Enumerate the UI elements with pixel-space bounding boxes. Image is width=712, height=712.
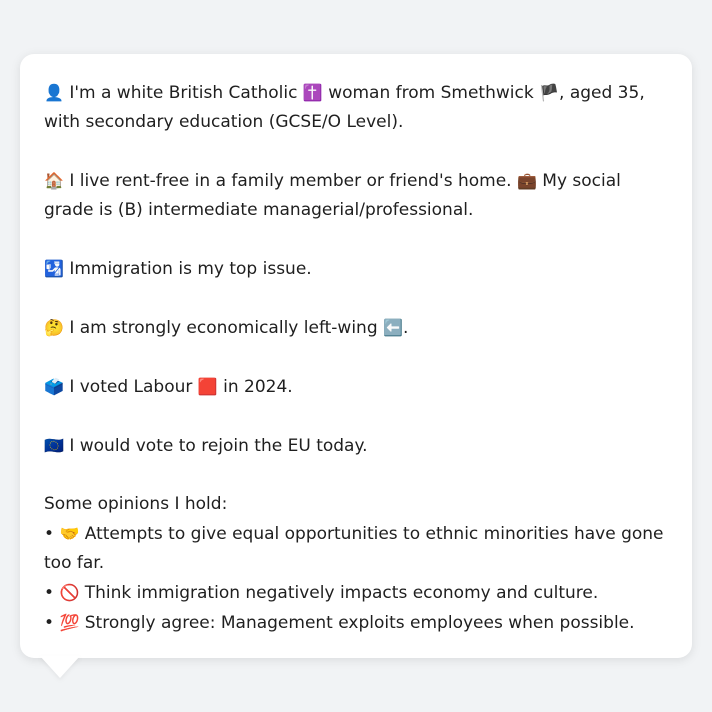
economics-paragraph: 🤔 I am strongly economically left-wing ⬅… xyxy=(44,313,668,343)
speech-bubble-tail xyxy=(40,656,80,678)
persona-card: 👤 I'm a white British Catholic ✝️ woman … xyxy=(20,54,692,658)
issue-paragraph: 🛂 Immigration is my top issue. xyxy=(44,254,668,284)
opinion-text: Think immigration negatively impacts eco… xyxy=(84,583,599,603)
identity-paragraph: 👤 I'm a white British Catholic ✝️ woman … xyxy=(44,78,668,137)
left-arrow-icon: ⬅️ xyxy=(383,318,403,337)
opinion-text: Strongly agree: Management exploits empl… xyxy=(84,613,635,633)
person-icon: 👤 xyxy=(44,83,64,102)
vote-paragraph: 🗳️ I voted Labour 🟥 in 2024. xyxy=(44,372,668,402)
opinions-heading: Some opinions I hold: xyxy=(44,494,228,514)
england-flag-icon: 🏴 xyxy=(539,83,560,102)
prohibited-icon: 🚫 xyxy=(59,583,80,602)
opinion-item: • 🚫 Think immigration negatively impacts… xyxy=(44,578,668,608)
handshake-icon: 🤝 xyxy=(59,524,80,543)
cross-icon: ✝️ xyxy=(302,83,323,102)
bullet: • xyxy=(44,613,55,633)
opinion-text: Attempts to give equal opportunities to … xyxy=(44,524,664,573)
ballot-box-icon: 🗳️ xyxy=(44,377,64,396)
opinion-item: • 💯 Strongly agree: Management exploits … xyxy=(44,608,668,638)
economics-suffix: . xyxy=(402,318,409,338)
eu-flag-icon: 🇪🇺 xyxy=(44,436,64,455)
opinion-item: • 🤝 Attempts to give equal opportunities… xyxy=(44,519,668,578)
vote-text-b: in 2024. xyxy=(223,377,293,397)
briefcase-icon: 💼 xyxy=(516,171,537,190)
opinions-list: • 🤝 Attempts to give equal opportunities… xyxy=(44,519,668,638)
economics-text: I am strongly economically left-wing xyxy=(69,318,378,338)
bullet: • xyxy=(44,583,55,603)
hundred-points-icon: 💯 xyxy=(59,613,80,632)
bullet: • xyxy=(44,524,55,544)
eu-paragraph: 🇪🇺 I would vote to rejoin the EU today. xyxy=(44,431,668,461)
housing-text-a: I live rent-free in a family member or f… xyxy=(69,171,512,191)
issue-text: Immigration is my top issue. xyxy=(69,259,312,279)
identity-text-b: woman from Smethwick xyxy=(328,83,534,103)
identity-text-a: I'm a white British Catholic xyxy=(69,83,298,103)
opinions-section: Some opinions I hold: • 🤝 Attempts to gi… xyxy=(44,490,668,638)
eu-text: I would vote to rejoin the EU today. xyxy=(69,436,368,456)
passport-control-icon: 🛂 xyxy=(44,259,64,278)
thinking-face-icon: 🤔 xyxy=(44,318,64,337)
vote-text-a: I voted Labour xyxy=(69,377,193,397)
red-square-icon: 🟥 xyxy=(197,377,218,396)
persona-text: 👤 I'm a white British Catholic ✝️ woman … xyxy=(44,78,668,638)
housing-paragraph: 🏠 I live rent-free in a family member or… xyxy=(44,166,668,225)
house-icon: 🏠 xyxy=(44,171,64,190)
